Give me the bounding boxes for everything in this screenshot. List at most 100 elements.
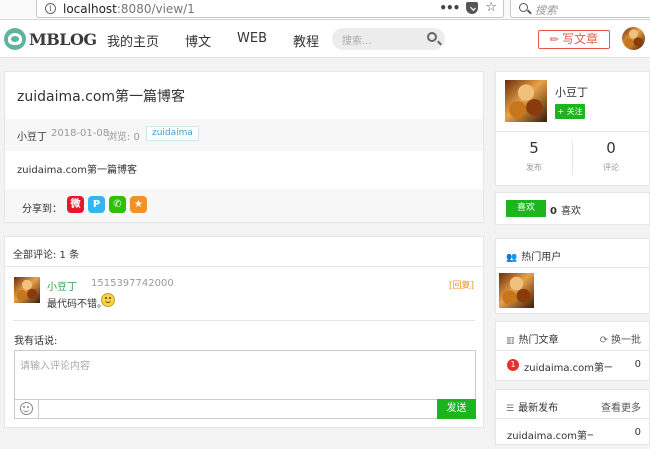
user-avatar[interactable] [622, 27, 645, 50]
users-icon: 👥 [506, 253, 518, 263]
hot-articles-panel: ▥热门文章 ⟳换一批 1 zuidaima.com第一... 0 [495, 321, 650, 381]
more-actions-icon[interactable]: ••• [439, 1, 460, 15]
comment-input[interactable]: 请输入评论内容 [14, 350, 476, 400]
latest-header: ☰ 最新发布 [506, 399, 558, 414]
pocket-icon[interactable] [466, 2, 479, 14]
hot-articles-header: ▥ 热门文章 [506, 331, 559, 346]
nav-item-posts[interactable]: 博文 [185, 31, 211, 50]
comments-panel: 全部评论: 1 条 小豆丁 1515397742000 [回复] 最代码不错。 … [4, 236, 484, 428]
follow-button[interactable]: + 关注 [555, 104, 585, 119]
bar-chart-icon: ▥ [506, 336, 515, 346]
like-count: 0 喜欢 [550, 202, 581, 217]
logo-icon [4, 28, 26, 50]
url-text[interactable]: localhost:8080/view/1 [63, 2, 195, 16]
comment-text: 最代码不错。 [47, 299, 107, 310]
url-path: :8080/view/1 [116, 2, 195, 16]
view-more-link[interactable]: 查看更多 [601, 399, 641, 414]
nav-item-web[interactable]: WEB [237, 31, 267, 50]
page-actions: ••• ☆ [439, 1, 497, 16]
smile-emoji-icon [101, 293, 115, 307]
hot-article-count: 0 [634, 359, 641, 370]
author-profile-card: 小豆丁 + 关注 5 发布 0 评论 [495, 71, 650, 186]
comment-time: 1515397742000 [91, 278, 174, 289]
stat-posts-label: 发布 [526, 163, 542, 172]
share-bar: 分享到： 微 P ✆ ★ [5, 189, 483, 222]
article-body: zuidaima.com第一篇博客 [17, 165, 138, 176]
nav-item-home[interactable]: 我的主页 [107, 31, 159, 50]
hot-articles-title: 热门文章 [518, 335, 559, 346]
divider [496, 418, 649, 419]
article-panel: zuidaima.com第一篇博客 小豆丁 2018-01-08 浏览: 0 z… [4, 71, 484, 223]
favorite-icon[interactable]: ★ [130, 196, 147, 213]
stat-posts[interactable]: 5 发布 [496, 139, 572, 173]
hot-user-avatar[interactable] [499, 273, 534, 308]
emoji-button[interactable] [15, 400, 39, 418]
send-button[interactable]: 发送 [437, 399, 476, 419]
bookmark-star-icon[interactable]: ☆ [485, 1, 497, 15]
search-icon[interactable] [427, 32, 437, 42]
comment-toolbar: 发送 [14, 399, 476, 419]
qzone-icon[interactable]: P [88, 196, 105, 213]
profile-avatar[interactable] [505, 80, 547, 122]
stat-comments-value: 0 [606, 139, 616, 157]
stat-comments[interactable]: 0 评论 [573, 139, 649, 173]
wechat-icon[interactable]: ✆ [109, 196, 126, 213]
list-icon: ☰ [506, 404, 515, 414]
article-views: 浏览: 0 [107, 132, 140, 143]
comments-header: 全部评论: 1 条 [13, 250, 80, 261]
site-search-placeholder: 搜索... [342, 36, 372, 47]
site-logo[interactable]: MBLOG [4, 28, 97, 50]
site-search-input[interactable]: 搜索... [332, 28, 445, 50]
article-title: zuidaima.com第一篇博客 [17, 89, 186, 105]
divider [5, 266, 483, 267]
refresh-icon: ⟳ [599, 335, 608, 346]
pencil-icon: ✎ [546, 31, 563, 48]
logo-text: MBLOG [29, 29, 97, 49]
article-date: 2018-01-08 [51, 128, 110, 139]
divider [496, 350, 649, 351]
profile-name[interactable]: 小豆丁 [555, 84, 588, 100]
main-nav: 我的主页 博文 WEB 教程 [107, 31, 345, 50]
hot-users-header: 👥 热门用户 [506, 248, 561, 263]
url-host: localhost [63, 2, 117, 16]
divider [496, 267, 649, 268]
search-icon [519, 3, 528, 12]
weibo-icon[interactable]: 微 [67, 196, 84, 213]
likes-panel: 喜欢 0 喜欢 [495, 192, 650, 225]
browser-toolbar: i localhost:8080/view/1 ••• ☆ 搜索 [0, 0, 650, 20]
rank-badge: 1 [507, 359, 519, 371]
share-label: 分享到： [22, 204, 62, 215]
refresh-button[interactable]: ⟳ 换一批 [600, 331, 641, 346]
hot-users-title: 热门用户 [521, 252, 562, 263]
write-article-label: 写文章 [562, 32, 599, 46]
browser-search-box[interactable]: 搜索 [510, 0, 650, 18]
emoji-icon [20, 402, 33, 415]
divider [13, 320, 475, 321]
like-count-label: 喜欢 [560, 206, 581, 217]
write-article-button[interactable]: ✎写文章 [538, 30, 610, 49]
comment-avatar[interactable] [14, 277, 40, 303]
latest-title: 最新发布 [518, 403, 559, 414]
article-meta: 小豆丁 2018-01-08 浏览: 0 zuidaima [5, 119, 483, 151]
article-tag[interactable]: zuidaima [146, 126, 199, 141]
latest-article-count: 0 [634, 427, 641, 438]
latest-panel: ☰最新发布 查看更多 zuidaima.com第一... 0 [495, 389, 650, 445]
latest-article-link[interactable]: zuidaima.com第一... [507, 427, 593, 442]
nav-item-tutorials[interactable]: 教程 [293, 31, 319, 50]
comment-input-placeholder: 请输入评论内容 [20, 361, 90, 372]
page-info-icon[interactable]: i [45, 3, 56, 14]
hot-users-panel: 👥 热门用户 [495, 238, 650, 314]
share-icons: 微 P ✆ ★ [67, 196, 147, 213]
comment-user[interactable]: 小豆丁 [47, 278, 77, 293]
comment-form-label: 我有话说: [14, 336, 58, 347]
comment-reply-link[interactable]: [回复] [449, 278, 474, 291]
stat-comments-label: 评论 [603, 163, 619, 172]
hot-article-link[interactable]: zuidaima.com第一... [524, 359, 612, 374]
url-bar[interactable]: i localhost:8080/view/1 ••• ☆ [36, 0, 504, 18]
article-author[interactable]: 小豆丁 [17, 128, 47, 143]
like-count-value: 0 [550, 206, 557, 217]
stat-posts-value: 5 [529, 139, 539, 157]
like-button[interactable]: 喜欢 [506, 200, 546, 217]
divider [496, 131, 649, 132]
browser-search-placeholder: 搜索 [535, 4, 557, 17]
